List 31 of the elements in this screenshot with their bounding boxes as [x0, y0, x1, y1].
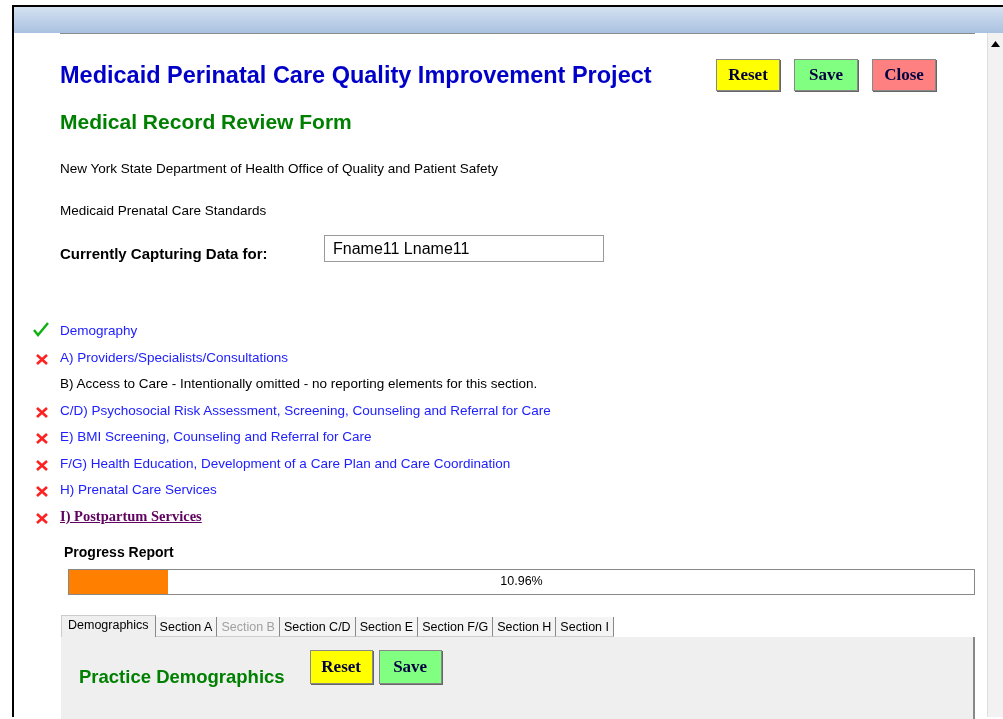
tab[interactable]: Section C/D — [279, 616, 356, 637]
tab[interactable]: Section A — [155, 616, 218, 637]
section-link[interactable]: A) Providers/Specialists/Consultations — [60, 349, 289, 365]
tab[interactable]: Demographics — [61, 614, 156, 637]
section-link[interactable]: Demography — [60, 323, 138, 338]
scroll-up-icon[interactable] — [991, 41, 1000, 47]
tab[interactable]: Section F/G — [418, 616, 494, 637]
tab[interactable]: Section I — [556, 616, 614, 637]
progress-reading: 10.96% — [499, 573, 544, 588]
patient-name-field[interactable]: Fname11 Lname11 — [324, 235, 604, 262]
form-subtitle: Medical Record Review Form — [60, 110, 353, 134]
capture-label: Currently Capturing Data for: — [60, 245, 269, 262]
section-link[interactable]: C/D) Psychosocial Risk Assessment, Screening, Counseling and Referral for Care — [60, 402, 551, 418]
save-button[interactable]: Save — [794, 59, 858, 91]
tab[interactable]: Section E — [355, 616, 419, 637]
save-button[interactable]: Save — [378, 649, 442, 684]
form-title: Medicaid Perinatal Care Quality Improvement Project — [60, 61, 653, 89]
tab[interactable]: Section H — [493, 616, 557, 637]
standards-text: Medicaid Prenatal Care Standards — [60, 203, 268, 218]
close-button[interactable]: Close — [872, 59, 936, 91]
reset-button[interactable]: Reset — [716, 59, 780, 91]
section-link[interactable]: F/G) Health Education, Development of a Care Plan and Care Coordination — [60, 455, 511, 471]
section-link[interactable]: H) Prenatal Care Services — [60, 482, 217, 497]
section-link[interactable]: I) Postpartum Services — [60, 507, 202, 525]
progress-title: Progress Report — [64, 543, 175, 560]
panel-title: Practice Demographics — [79, 665, 285, 688]
section-note: B) Access to Care - Intentionally omitted - no reporting elements for this section. — [60, 376, 538, 391]
reset-button[interactable]: Reset — [309, 649, 373, 684]
section-link[interactable]: E) BMI Screening, Counseling and Referral for Care — [60, 429, 372, 444]
department-text: New York State Department of Health Office of Quality and Patient Safety — [60, 161, 499, 176]
scrollbar[interactable] — [987, 33, 1003, 717]
